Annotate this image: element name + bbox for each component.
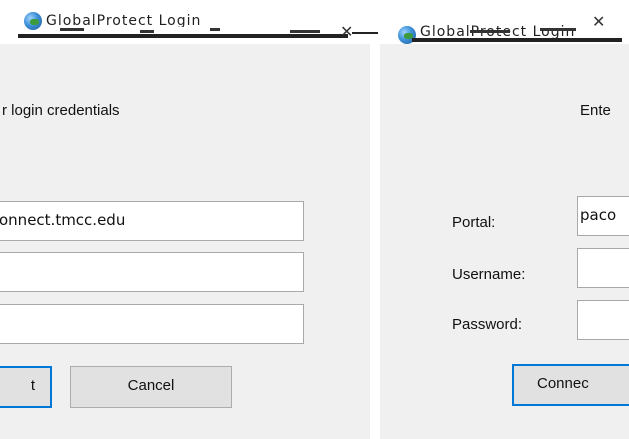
glitch-dash [210,28,220,31]
window-gap [370,44,380,439]
glitch-dash [140,30,154,33]
glitch-dash [540,28,576,31]
glitch-dash [290,30,320,33]
username-label: Username: [452,266,526,283]
glitch-dash [60,28,84,31]
portal-label: Portal: [452,214,496,231]
screenshot-stage: GlobalProtect Login ✕ GlobalProtect Logi… [0,0,629,439]
portal-input[interactable]: paco [577,196,629,236]
left-window-title: GlobalProtect Login [46,13,202,27]
connect-button[interactable]: Connec [512,364,629,406]
password-label: Password: [452,316,523,333]
portal-input-value: onnect.tmcc.edu [0,211,126,229]
glitch-line [18,34,348,38]
cancel-button[interactable]: Cancel [70,366,232,408]
password-input[interactable] [577,300,629,340]
left-login-panel: r login credentials onnect.tmcc.edu t Ca… [0,44,370,439]
login-instruction: Ente [580,102,611,119]
portal-input-value: paco [580,206,617,224]
right-login-panel: Ente Portal: Username: Password: paco Co… [380,44,629,439]
glitch-line [412,38,622,42]
globe-icon [24,12,42,30]
username-input[interactable] [0,252,304,292]
close-icon[interactable]: ✕ [592,14,605,30]
portal-input[interactable]: onnect.tmcc.edu [0,201,304,241]
glitch-dash [470,30,510,33]
glitch-line [352,32,378,34]
login-instruction: r login credentials [2,102,120,119]
connect-button[interactable]: t [0,366,52,408]
username-input[interactable] [577,248,629,288]
title-strip: GlobalProtect Login ✕ GlobalProtect Logi… [0,0,629,44]
password-input[interactable] [0,304,304,344]
